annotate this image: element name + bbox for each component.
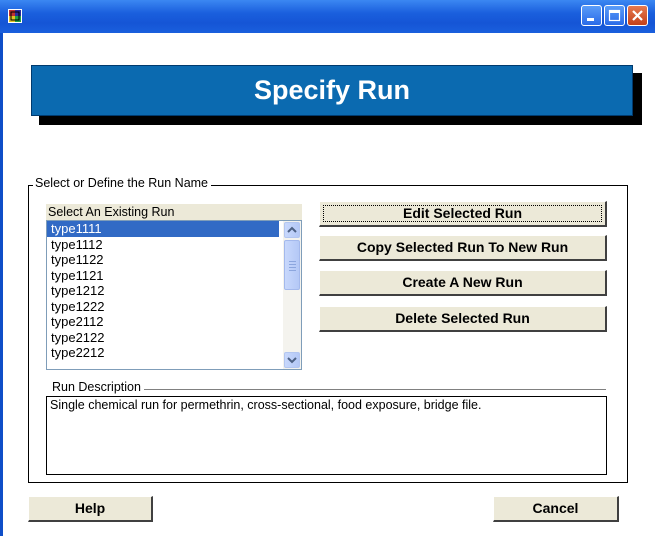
- existing-run-listbox[interactable]: type1111 type1112 type1122 type1121 type…: [46, 220, 302, 370]
- close-button[interactable]: [627, 5, 648, 26]
- list-item[interactable]: type2112: [47, 314, 279, 330]
- cancel-label: Cancel: [532, 500, 579, 516]
- chevron-down-icon: [287, 357, 297, 364]
- list-item[interactable]: type1121: [47, 268, 279, 284]
- create-new-run-button[interactable]: Create A New Run: [319, 270, 607, 296]
- list-item[interactable]: type1111: [47, 221, 279, 237]
- run-description-field[interactable]: Single chemical run for permethrin, cros…: [46, 396, 607, 475]
- page-title: Specify Run: [253, 75, 411, 105]
- close-icon: [632, 10, 643, 21]
- help-label: Help: [74, 500, 106, 516]
- minimize-icon: [587, 18, 594, 21]
- list-item[interactable]: type1212: [47, 283, 279, 299]
- app-icon: [8, 9, 22, 23]
- help-button[interactable]: Help: [28, 496, 153, 522]
- copy-selected-run-label: Copy Selected Run To New Run: [356, 239, 569, 255]
- run-description-label: Run Description: [52, 380, 144, 394]
- list-item[interactable]: type1222: [47, 299, 279, 315]
- create-new-run-label: Create A New Run: [402, 274, 523, 290]
- listbox-scrollbar[interactable]: [283, 221, 301, 369]
- copy-selected-run-button[interactable]: Copy Selected Run To New Run: [319, 235, 607, 261]
- run-name-group-legend: Select or Define the Run Name: [33, 176, 212, 190]
- list-item[interactable]: type2122: [47, 330, 279, 346]
- delete-selected-run-button[interactable]: Delete Selected Run: [319, 306, 607, 332]
- scroll-down-button[interactable]: [284, 352, 300, 368]
- delete-selected-run-label: Delete Selected Run: [395, 310, 530, 326]
- edit-selected-run-button[interactable]: Edit Selected Run: [319, 201, 607, 227]
- maximize-button[interactable]: [604, 5, 625, 26]
- chevron-up-icon: [287, 226, 297, 233]
- list-item[interactable]: type2212: [47, 345, 279, 361]
- scroll-up-button[interactable]: [284, 222, 300, 238]
- maximize-icon: [608, 9, 621, 22]
- title-bar[interactable]: [0, 0, 655, 33]
- cancel-button[interactable]: Cancel: [493, 496, 619, 522]
- list-item[interactable]: type1122: [47, 252, 279, 268]
- banner: Specify Run: [31, 65, 633, 116]
- minimize-button[interactable]: [581, 5, 602, 26]
- focus-ring: [323, 205, 602, 222]
- run-description-text: Single chemical run for permethrin, cros…: [50, 398, 482, 412]
- existing-run-label: Select An Existing Run: [46, 204, 302, 221]
- description-divider: [132, 389, 606, 390]
- list-item[interactable]: type1112: [47, 237, 279, 253]
- scroll-thumb[interactable]: [284, 240, 300, 290]
